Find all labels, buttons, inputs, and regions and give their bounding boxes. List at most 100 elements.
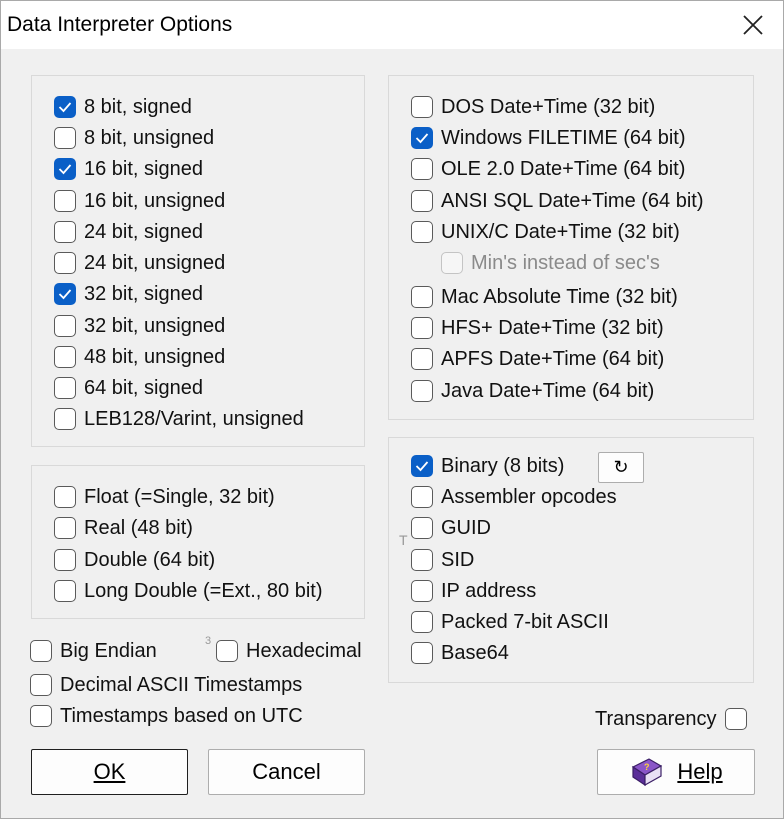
checkbox[interactable] [54,346,76,368]
checkbox[interactable] [54,158,76,180]
book-icon: ? [632,758,663,787]
date-option[interactable]: APFS Date+Time (64 bit) [411,345,664,373]
checkbox[interactable] [411,190,433,212]
float-option[interactable]: Real (48 bit) [54,514,193,542]
checkbox[interactable] [30,640,52,662]
checkbox[interactable] [724,708,747,730]
integer-option[interactable]: 32 bit, unsigned [54,312,225,340]
float-option[interactable]: Double (64 bit) [54,546,215,574]
checkbox[interactable] [411,549,433,571]
checkbox-label: Packed 7-bit ASCII [441,610,609,633]
window-title: Data Interpreter Options [7,13,233,36]
close-button[interactable] [719,1,783,49]
misc-option[interactable]: SID [411,546,474,574]
misc-option[interactable]: GUID [411,514,491,542]
integer-option[interactable]: 24 bit, signed [54,218,203,246]
decimal-ascii-timestamps-option[interactable]: Decimal ASCII Timestamps [30,671,302,699]
checkbox[interactable] [54,408,76,430]
checkbox[interactable] [411,286,433,308]
misc-option[interactable]: Packed 7-bit ASCII [411,608,609,636]
checkbox[interactable] [411,455,433,477]
checkbox[interactable] [54,486,76,508]
checkbox-label: Transparency [595,707,717,730]
integer-option[interactable]: 8 bit, signed [54,93,192,121]
checkbox[interactable] [54,517,76,539]
help-button[interactable]: ? Help [597,749,755,795]
misc-option[interactable]: Assembler opcodes [411,483,617,511]
date-option[interactable]: HFS+ Date+Time (32 bit) [411,314,664,342]
checkbox[interactable] [54,221,76,243]
checkbox[interactable] [54,549,76,571]
misc-option[interactable]: IP address [411,577,536,605]
checkbox-label: HFS+ Date+Time (32 bit) [441,316,664,339]
checkbox-label: Windows FILETIME (64 bit) [441,126,686,149]
misc-option[interactable]: Binary (8 bits) [411,452,564,480]
checkbox-label: Hexadecimal [246,639,362,662]
date-option[interactable]: UNIX/C Date+Time (32 bit) [411,218,680,246]
checkbox[interactable] [54,96,76,118]
utc-timestamps-option[interactable]: Timestamps based on UTC [30,702,303,730]
dialog: Data Interpreter Options 8 bit, signed 8 … [0,0,784,819]
checkbox[interactable] [54,315,76,337]
big-endian-option[interactable]: Big Endian [30,637,157,665]
checkbox-label: Long Double (=Ext., 80 bit) [84,579,323,602]
integer-option[interactable]: 24 bit, unsigned [54,249,225,277]
checkbox-label: Double (64 bit) [84,548,216,571]
checkbox[interactable] [411,642,433,664]
checkbox[interactable] [411,580,433,602]
cancel-button[interactable]: Cancel [208,749,365,795]
checkbox[interactable] [30,705,52,727]
integer-option[interactable]: 48 bit, unsigned [54,343,225,371]
checkbox-label: IP address [441,579,537,602]
date-option[interactable]: Java Date+Time (64 bit) [411,377,654,405]
checkbox-label: 16 bit, unsigned [84,189,226,212]
checkbox-label: GUID [441,516,491,539]
integer-option[interactable]: 8 bit, unsigned [54,124,214,152]
checkbox[interactable] [411,348,433,370]
checkbox[interactable] [411,127,433,149]
checkbox[interactable] [216,640,238,662]
checkbox-label: ANSI SQL Date+Time (64 bit) [441,189,704,212]
integer-option[interactable]: 16 bit, signed [54,155,203,183]
misc-option[interactable]: Base64 [411,639,509,667]
checkbox-label: Min's instead of sec's [471,251,660,274]
date-option[interactable]: OLE 2.0 Date+Time (64 bit) [411,155,685,183]
ok-button[interactable]: OK [31,749,188,795]
date-option[interactable]: ANSI SQL Date+Time (64 bit) [411,187,704,215]
check-icon [58,164,72,175]
checkbox[interactable] [411,517,433,539]
date-option[interactable]: Windows FILETIME (64 bit) [411,124,686,152]
checkbox-label: 64 bit, signed [84,376,203,399]
checkbox-label: Real (48 bit) [84,516,193,539]
refresh-button[interactable]: ↻ [598,452,644,483]
float-option[interactable]: Float (=Single, 32 bit) [54,483,275,511]
checkbox[interactable] [411,486,433,508]
checkbox[interactable] [54,252,76,274]
checkbox-label: UNIX/C Date+Time (32 bit) [441,220,680,243]
float-option[interactable]: Long Double (=Ext., 80 bit) [54,577,322,605]
checkbox[interactable] [411,221,433,243]
checkbox [441,252,463,274]
transparency-option[interactable]: Transparency [595,705,747,733]
checkbox[interactable] [54,580,76,602]
cancel-label: Cancel [252,759,321,784]
checkbox[interactable] [54,127,76,149]
checkbox[interactable] [411,380,433,402]
checkbox[interactable] [411,158,433,180]
checkbox[interactable] [411,317,433,339]
checkbox[interactable] [411,96,433,118]
hexadecimal-option[interactable]: Hexadecimal [216,637,362,665]
check-icon [58,102,72,113]
integer-option[interactable]: LEB128/Varint, unsigned [54,405,304,433]
checkbox[interactable] [54,377,76,399]
date-option[interactable]: DOS Date+Time (32 bit) [411,93,655,121]
checkbox[interactable] [30,674,52,696]
integer-option[interactable]: 16 bit, unsigned [54,187,225,215]
date-option[interactable]: Mac Absolute Time (32 bit) [411,283,678,311]
integer-option[interactable]: 64 bit, signed [54,374,203,402]
checkbox[interactable] [54,190,76,212]
checkbox-label: 48 bit, unsigned [84,345,226,368]
checkbox[interactable] [54,283,76,305]
checkbox[interactable] [411,611,433,633]
integer-option[interactable]: 32 bit, signed [54,280,203,308]
